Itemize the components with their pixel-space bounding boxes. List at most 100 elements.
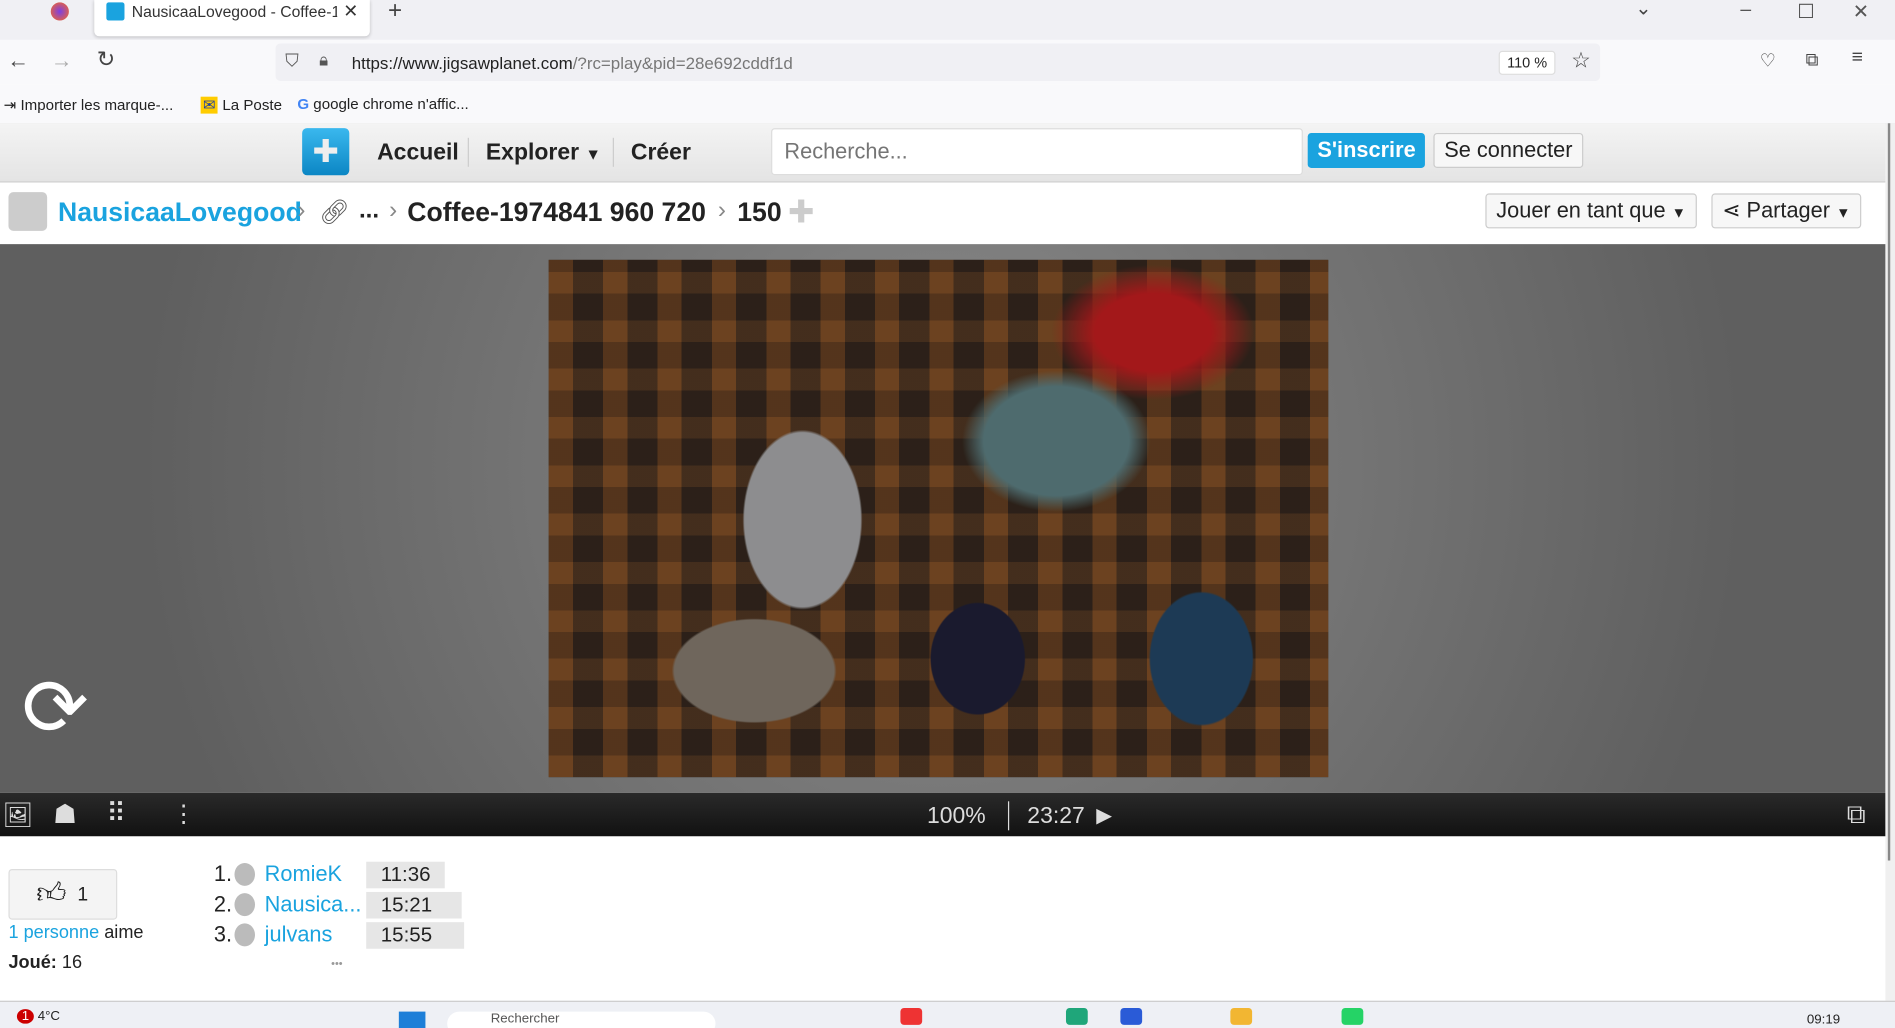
- nav-accueil[interactable]: Accueil: [377, 140, 459, 167]
- notification-badge: 1: [16, 1009, 34, 1024]
- shield-icon[interactable]: ⛉: [285, 51, 299, 72]
- breadcrumb-ellipsis[interactable]: ...: [359, 197, 379, 225]
- back-icon[interactable]: ←: [7, 48, 29, 73]
- player-link[interactable]: Nausica...: [265, 892, 362, 917]
- close-tab-icon[interactable]: ✕: [343, 0, 358, 22]
- nav-creer[interactable]: Créer: [631, 140, 691, 167]
- scrollbar[interactable]: [1885, 123, 1895, 1001]
- tab-list-icon[interactable]: ⌄: [1635, 0, 1651, 21]
- grid-icon[interactable]: ⠿: [106, 798, 125, 829]
- shuffle-icon[interactable]: ⟳: [22, 667, 89, 747]
- taskbar-search[interactable]: Rechercher: [447, 1011, 716, 1028]
- forward-icon[interactable]: →: [51, 48, 73, 73]
- leaderboard: 1. RomieK 11:36 2. Nausica... 15:21 3. julvan…: [213, 861, 464, 953]
- whatsapp-icon[interactable]: [1341, 1007, 1364, 1025]
- image-preview-icon[interactable]: 🖼︎: [2, 800, 33, 830]
- more-options-icon[interactable]: ⋮: [172, 799, 196, 829]
- player-link[interactable]: julvans: [265, 922, 333, 947]
- more-results-button[interactable]: •••: [331, 957, 342, 969]
- leaderboard-row: 3. julvans 15:55: [213, 922, 464, 952]
- progress-percent: 100%: [926, 803, 986, 830]
- bookmark-la-poste[interactable]: ✉ La Poste: [200, 95, 282, 114]
- player-link[interactable]: RomieK: [265, 862, 342, 887]
- share-button[interactable]: ⋖ Partager ▼: [1711, 193, 1862, 229]
- puzzle-image[interactable]: [548, 259, 1329, 778]
- play-as-label: Jouer en tant que: [1496, 198, 1666, 223]
- reload-icon[interactable]: ↻: [97, 47, 115, 72]
- jigsawplanet-logo[interactable]: ✚: [302, 128, 350, 176]
- weather-widget[interactable]: 1 4°C: [16, 1009, 61, 1024]
- url-text[interactable]: https://www.jigsawplanet.com/?rc=play&pi…: [352, 53, 793, 72]
- la-poste-icon: ✉: [200, 96, 219, 114]
- clock: 09:19: [1806, 1012, 1841, 1028]
- bookmark-import[interactable]: ⇥ Importer les marque-...: [4, 95, 174, 114]
- avatar[interactable]: [8, 192, 48, 231]
- puzzle-favicon: [106, 2, 125, 21]
- url-host: https://www.jigsawplanet.com: [351, 53, 573, 73]
- search-input[interactable]: [771, 128, 1303, 176]
- url-path: /?rc=play&pid=28e692cddf1d: [572, 53, 793, 73]
- menu-icon[interactable]: ≡: [1852, 47, 1863, 69]
- rank: 2.: [213, 891, 233, 917]
- puzzle-title: Coffee-1974841 960 720: [407, 197, 706, 228]
- app-icon[interactable]: [1120, 1007, 1143, 1025]
- folder-icon[interactable]: [1230, 1007, 1253, 1025]
- avatar: [234, 862, 256, 886]
- caret-down-icon: ▼: [1671, 204, 1687, 222]
- puzzle-piece-icon: ✚: [788, 193, 815, 230]
- firefox-icon[interactable]: [50, 2, 69, 21]
- start-icon[interactable]: [398, 1011, 426, 1028]
- bookmark-star-icon[interactable]: ☆: [1571, 48, 1591, 73]
- tab-active[interactable]: NausicaaLovegood - Coffee-19 ✕: [94, 0, 370, 37]
- player-time: 11:36: [366, 861, 446, 889]
- likes-text: 1 personne aime: [8, 922, 143, 943]
- player-time: 15:55: [366, 922, 464, 949]
- likers-link[interactable]: 1 personne: [8, 922, 99, 943]
- app-icon[interactable]: [1065, 1007, 1088, 1025]
- avatar: [234, 893, 256, 917]
- bookmark-label: Importer les marque-...: [20, 96, 174, 114]
- app-icon[interactable]: [900, 1007, 923, 1025]
- taskbar: 1 4°C Rechercher 09:19: [0, 1000, 1895, 1028]
- fullscreen-icon[interactable]: ⧉: [1847, 799, 1866, 830]
- close-window-icon[interactable]: ✕: [1853, 0, 1869, 24]
- zoom-level[interactable]: 110 %: [1498, 50, 1556, 75]
- share-icon: ⋖: [1722, 198, 1741, 223]
- chevron-right-icon: ›: [389, 197, 398, 224]
- weather-temp: 4°C: [37, 1009, 61, 1024]
- extensions-icon[interactable]: ⧉: [1806, 50, 1819, 71]
- share-label: Partager: [1746, 198, 1831, 223]
- tab-bar: NausicaaLovegood - Coffee-19 ✕ + ⌄ – ☐ ✕: [0, 0, 1895, 40]
- rank: 3.: [213, 922, 233, 947]
- puzzle-info: 👍︎ 1 1 personne aime Joué: 16 1. RomieK 11…: [0, 836, 1886, 1001]
- chevron-right-icon: ›: [717, 197, 726, 224]
- pocket-icon[interactable]: ♡: [1760, 50, 1776, 72]
- piece-count: 150: [737, 197, 782, 228]
- play-as-button[interactable]: Jouer en tant que ▼: [1485, 193, 1697, 229]
- played-count: Joué: 16: [8, 952, 82, 973]
- minimize-icon[interactable]: –: [1740, 0, 1751, 22]
- bookmark-google[interactable]: G google chrome n'affic...: [297, 95, 468, 112]
- play-icon[interactable]: ▶: [1096, 804, 1112, 828]
- ghost-icon[interactable]: ☗: [53, 799, 77, 830]
- maximize-icon[interactable]: ☐: [1797, 0, 1814, 24]
- caret-down-icon: ▼: [585, 145, 601, 164]
- new-tab-button[interactable]: +: [388, 0, 402, 25]
- nav-explorer[interactable]: Explorer ▼: [486, 140, 601, 167]
- link-icon[interactable]: 🔗︎: [319, 197, 350, 227]
- leaderboard-row: 2. Nausica... 15:21: [213, 891, 462, 922]
- control-bar: 🖼︎ ☗ ⠿ ⋮ 100% 23:27 ▶ ⧉: [0, 792, 1886, 837]
- played-label: Joué:: [8, 952, 57, 973]
- signup-button[interactable]: S'inscrire: [1307, 132, 1426, 168]
- url-bar[interactable]: ⛉ 🔒︎ https://www.jigsawplanet.com/?rc=pl…: [275, 43, 1601, 81]
- login-button[interactable]: Se connecter: [1433, 132, 1584, 168]
- breadcrumb: NausicaaLovegood › 🔗︎ ... › Coffee-19748…: [0, 182, 1886, 245]
- site-header: ✚ Accueil Explorer ▼ Créer S'inscrire Se…: [0, 123, 1886, 183]
- breadcrumb-user[interactable]: NausicaaLovegood: [58, 197, 302, 228]
- avatar: [234, 923, 256, 947]
- like-button[interactable]: 👍︎ 1: [8, 868, 118, 920]
- bookmarks-bar: ⇥ Importer les marque-... ✉ La Poste G g…: [0, 84, 1895, 125]
- lock-icon[interactable]: 🔒︎: [319, 50, 328, 71]
- like-count: 1: [77, 884, 89, 906]
- timer: 23:27: [1027, 803, 1085, 830]
